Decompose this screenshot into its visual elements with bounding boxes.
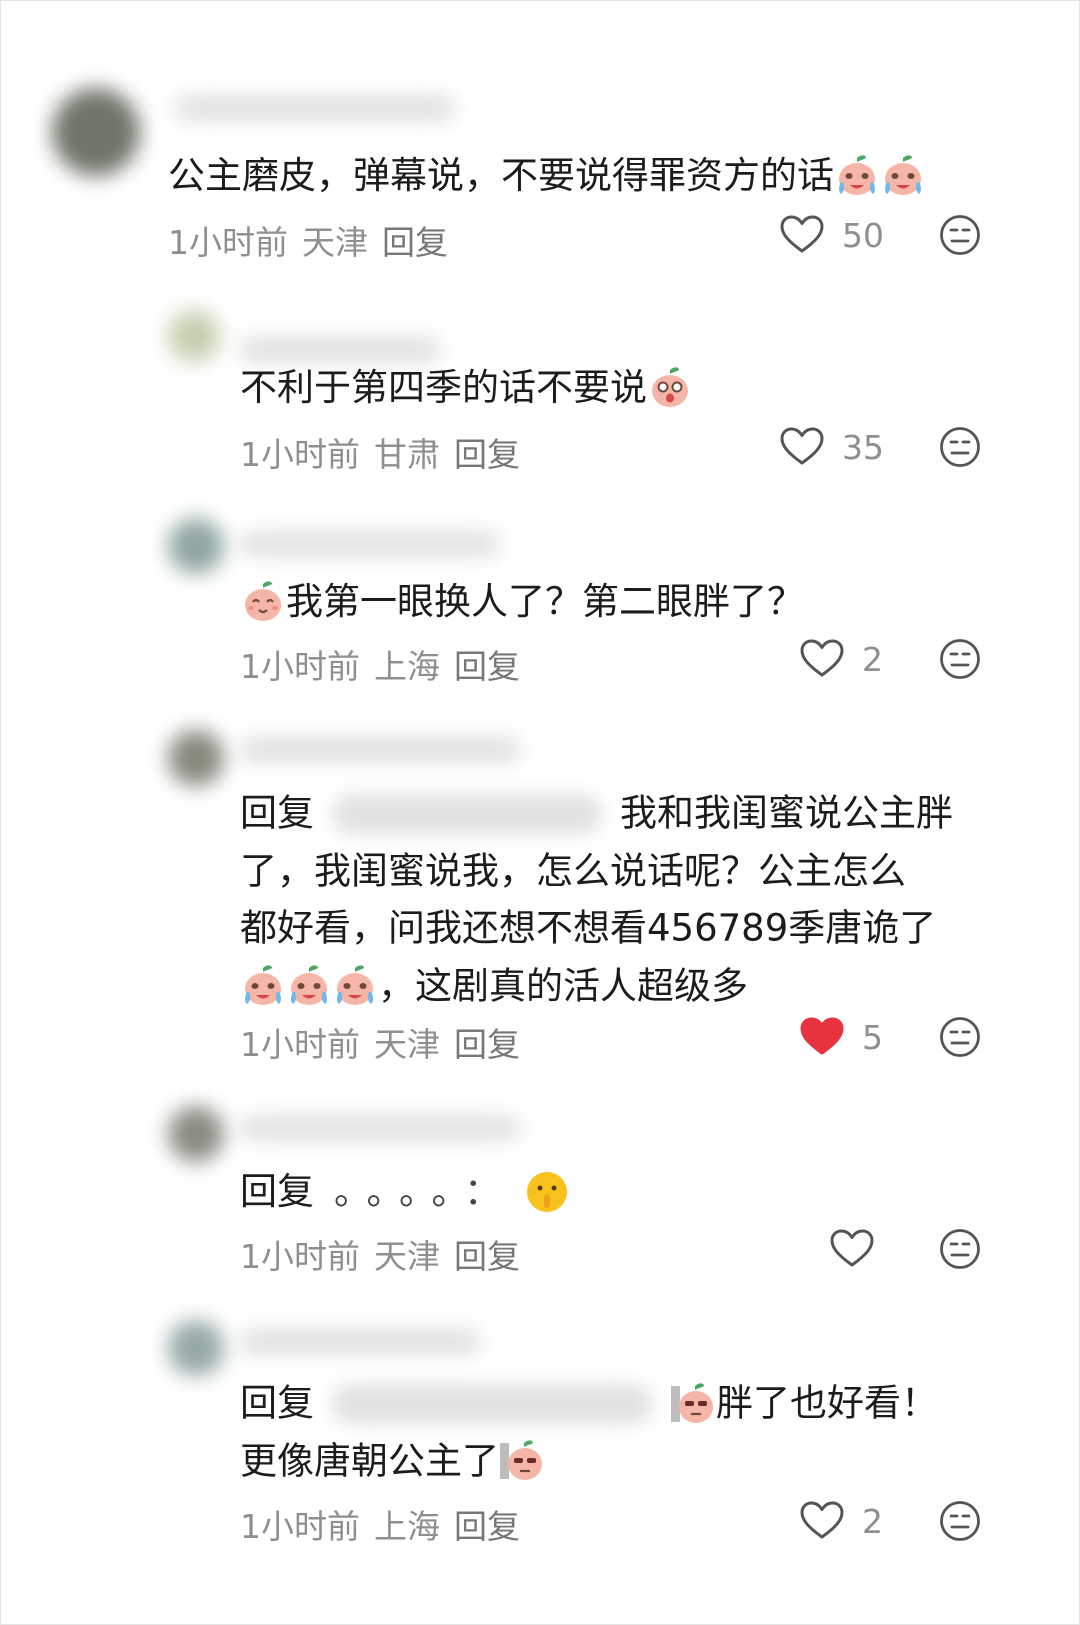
timestamp: 1小时前 — [240, 435, 360, 474]
avatar[interactable] — [168, 310, 220, 362]
crying-peach-emoji — [885, 154, 921, 195]
like-button[interactable]: 35 — [780, 422, 884, 472]
comment-item: 回复 我和我闺蜜说公主胖 了，我闺蜜说我，怎么说话呢？公主怎么 都好看，问我还想不… — [0, 710, 1080, 1090]
comment-item: 公主磨皮，弹幕说，不要说得罪资方的话 1小时前 天津 回复 50 — [0, 0, 1080, 290]
comment-text: 不利于第四季的话不要说 — [240, 358, 693, 415]
comment-text-content: 我第一眼换人了？第二眼胖了？ — [286, 580, 804, 623]
comment-text: 回复 胖了也好看！ 更像唐朝公主了 — [240, 1374, 938, 1489]
heart-icon[interactable] — [830, 1229, 874, 1269]
like-count: 2 — [862, 639, 883, 679]
comment-meta: 1小时前 甘肃 回复 — [240, 428, 534, 476]
reply-button[interactable]: 回复 — [454, 1025, 520, 1064]
comment-item: 我第一眼换人了？第二眼胖了？ 1小时前 上海 回复 2 — [0, 500, 1080, 710]
avatar[interactable] — [168, 730, 224, 786]
like-count: 35 — [842, 427, 884, 467]
avatar[interactable] — [168, 518, 224, 574]
username[interactable] — [175, 96, 455, 120]
comment-meta: 1小时前 天津 回复 — [240, 1230, 534, 1278]
timestamp: 1小时前 — [168, 223, 288, 262]
comment-item: 回复 胖了也好看！ 更像唐朝公主了 1小时前 上海 回复 2 — [0, 1300, 1080, 1625]
comment-meta: 1小时前 上海 回复 — [240, 1500, 534, 1548]
dislike-face-icon[interactable] — [939, 214, 981, 256]
dislike-face-icon[interactable] — [939, 1228, 981, 1270]
dislike-face-icon[interactable] — [939, 1500, 981, 1542]
comment-item: 回复。。。。： 1小时前 天津 回复 — [0, 1090, 1080, 1300]
crying-peach-emoji — [337, 965, 373, 1005]
timestamp: 1小时前 — [240, 647, 360, 686]
comment-text-content: 公主磨皮，弹幕说，不要说得罪资方的话 — [168, 154, 834, 197]
reply-button[interactable]: 回复 — [454, 1507, 520, 1546]
avatar[interactable] — [168, 1106, 224, 1162]
timestamp: 1小时前 — [240, 1025, 360, 1064]
reply-button[interactable]: 回复 — [454, 435, 520, 474]
shocked-peach-emoji — [651, 365, 689, 408]
dislike-face-icon[interactable] — [939, 426, 981, 468]
comment-text-line: 了，我闺蜜说我，怎么说话呢？公主怎么 — [240, 849, 906, 892]
location: 天津 — [302, 223, 368, 262]
username[interactable] — [240, 1116, 520, 1140]
dislike-face-icon[interactable] — [939, 638, 981, 680]
comment-text: 回复。。。。： — [240, 1162, 570, 1219]
like-button[interactable] — [830, 1224, 892, 1274]
reply-button[interactable]: 回复 — [454, 1237, 520, 1276]
smiling-peach-emoji — [243, 579, 283, 622]
heart-icon[interactable] — [780, 215, 824, 255]
crying-peach-emoji — [839, 154, 875, 195]
dislike-face-icon[interactable] — [939, 1016, 981, 1058]
location: 天津 — [374, 1237, 440, 1276]
location: 甘肃 — [374, 435, 440, 474]
username[interactable] — [240, 738, 520, 762]
like-button[interactable]: 50 — [780, 210, 884, 260]
location: 上海 — [374, 1507, 440, 1546]
comment-item: 不利于第四季的话不要说 1小时前 甘肃 回复 35 — [0, 290, 1080, 500]
comment-text-line: ，这剧真的活人超级多 — [378, 964, 748, 1007]
reply-prefix: 回复 — [240, 1170, 314, 1213]
comment-text: 回复 我和我闺蜜说公主胖 了，我闺蜜说我，怎么说话呢？公主怎么 都好看，问我还想不… — [240, 784, 953, 1014]
crying-peach-emoji — [291, 965, 327, 1005]
comment-text-line: 我和我闺蜜说公主胖 — [620, 791, 953, 835]
comment-text: 我第一眼换人了？第二眼胖了？ — [240, 572, 804, 629]
reply-prefix: 回复 — [240, 791, 314, 835]
comment-meta: 1小时前 天津 回复 — [240, 1018, 534, 1066]
location: 上海 — [374, 647, 440, 686]
avatar[interactable] — [52, 88, 140, 176]
cool-peach-emoji — [671, 1381, 715, 1424]
heart-icon[interactable] — [800, 1501, 844, 1541]
comment-text: 公主磨皮，弹幕说，不要说得罪资方的话 — [168, 146, 926, 203]
like-count: 50 — [842, 215, 884, 255]
avatar[interactable] — [168, 1320, 224, 1376]
shushing-face-emoji — [527, 1171, 567, 1212]
like-count: 2 — [862, 1501, 883, 1541]
timestamp: 1小时前 — [240, 1507, 360, 1546]
comment-text-content: 不利于第四季的话不要说 — [240, 366, 647, 409]
reply-target-dots[interactable]: 。。。。： — [334, 1170, 515, 1213]
comment-text-line: 更像唐朝公主了 — [240, 1439, 499, 1482]
mentioned-username[interactable] — [332, 793, 602, 834]
heart-filled-icon[interactable] — [800, 1017, 844, 1057]
timestamp: 1小时前 — [240, 1237, 360, 1276]
comment-text-line: 都好看，问我还想不想看456789季唐诡了 — [240, 906, 937, 950]
cool-peach-emoji — [500, 1439, 544, 1482]
username[interactable] — [240, 1330, 480, 1354]
like-button[interactable]: 2 — [800, 634, 883, 684]
reply-button[interactable]: 回复 — [454, 647, 520, 686]
like-count: 5 — [862, 1017, 883, 1057]
like-button[interactable]: 2 — [800, 1496, 883, 1546]
crying-peach-emoji — [245, 965, 281, 1005]
mentioned-username[interactable] — [332, 1383, 652, 1424]
heart-icon[interactable] — [800, 639, 844, 679]
reply-prefix: 回复 — [240, 1381, 314, 1425]
like-button[interactable]: 5 — [800, 1012, 883, 1062]
username[interactable] — [240, 532, 500, 556]
location: 天津 — [374, 1025, 440, 1064]
comment-meta: 1小时前 天津 回复 — [168, 216, 462, 264]
comment-text-line: 胖了也好看！ — [716, 1381, 938, 1425]
reply-button[interactable]: 回复 — [382, 223, 448, 262]
heart-icon[interactable] — [780, 427, 824, 467]
comment-meta: 1小时前 上海 回复 — [240, 640, 534, 688]
